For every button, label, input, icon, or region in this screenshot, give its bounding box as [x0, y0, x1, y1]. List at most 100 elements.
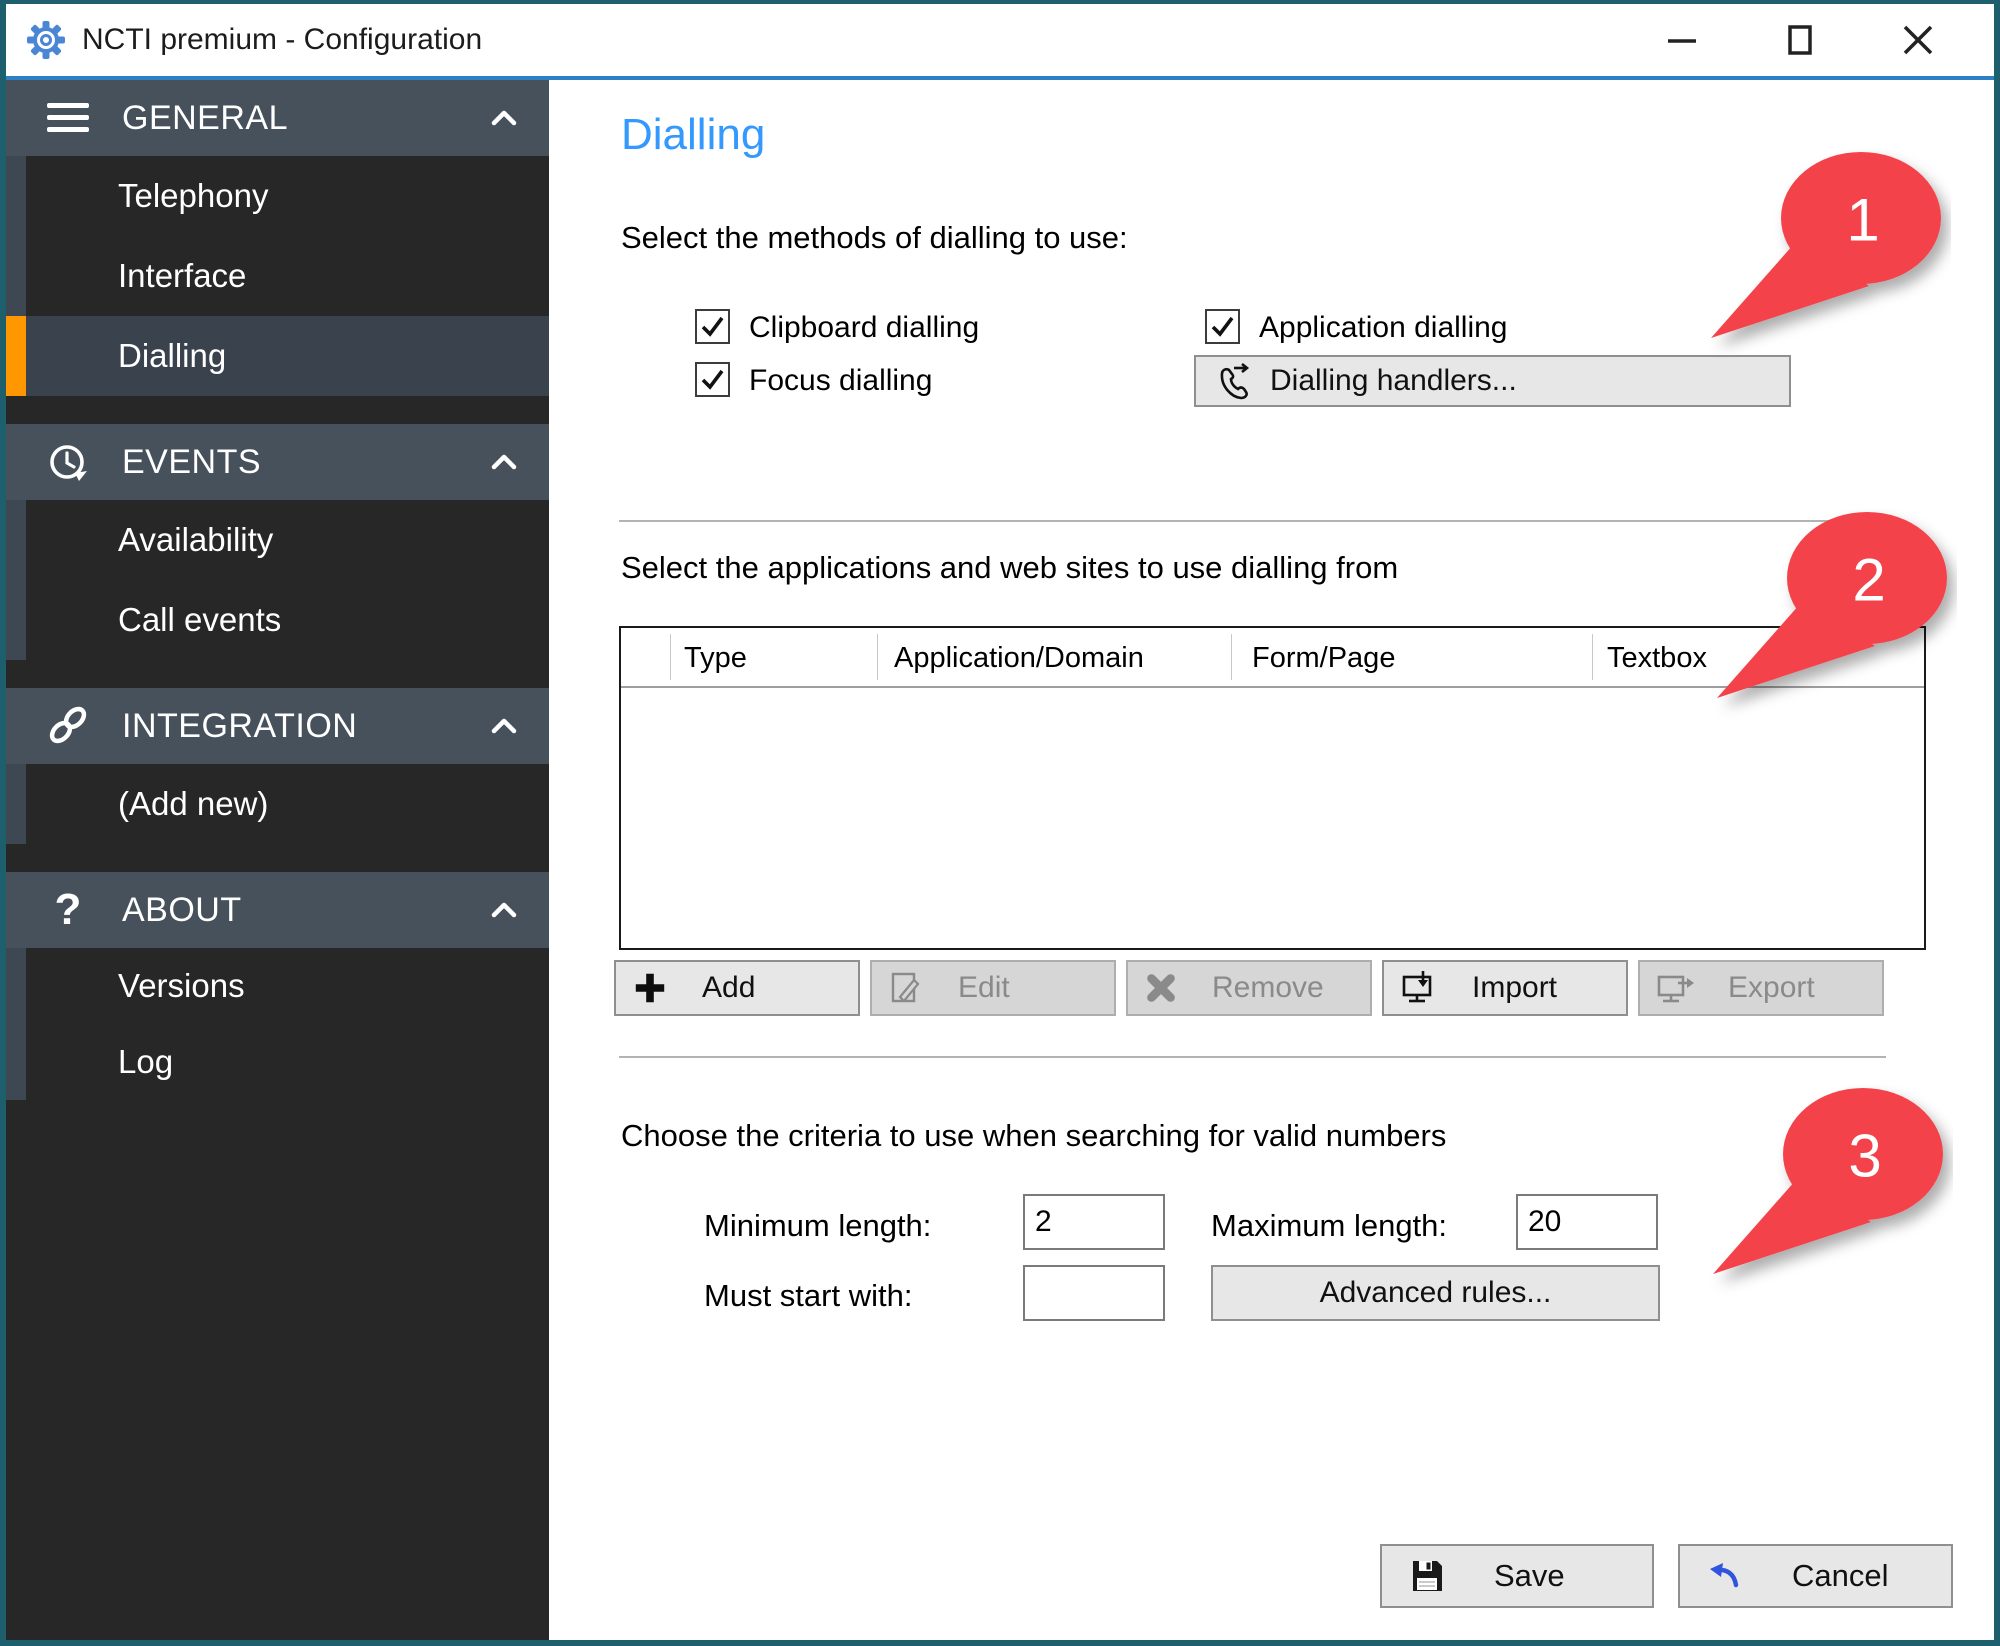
minimize-button[interactable]: [1654, 14, 1710, 66]
clipboard-dialling-label: Clipboard dialling: [749, 311, 979, 345]
sidebar-section-events[interactable]: EVENTS: [6, 424, 549, 500]
availability-events-icon: [40, 439, 96, 485]
chevron-up-icon: [491, 718, 517, 734]
sidebar-item-versions[interactable]: Versions: [6, 948, 549, 1024]
sidebar-item-call-events[interactable]: Call events: [6, 580, 549, 660]
cancel-button[interactable]: Cancel: [1678, 1544, 1953, 1608]
applications-table-body-empty: [621, 688, 1924, 948]
separator: [619, 1056, 1886, 1058]
column-header-form-page[interactable]: Form/Page: [1252, 628, 1395, 688]
callout-number: 3: [1848, 1123, 1881, 1190]
window: NCTI premium - Configuration GENERAL: [0, 0, 2000, 1646]
dialling-handlers-button[interactable]: Dialling handlers...: [1194, 355, 1791, 407]
callout-3: 3: [1703, 1074, 1953, 1314]
sidebar-item-label: Telephony: [26, 156, 549, 236]
save-button-label: Save: [1494, 1558, 1565, 1594]
edit-button-label: Edit: [958, 971, 1010, 1005]
save-button[interactable]: Save: [1380, 1544, 1654, 1608]
criteria-section-label: Choose the criteria to use when searchin…: [621, 1118, 1446, 1154]
sidebar-item-interface[interactable]: Interface: [6, 236, 549, 316]
sidebar-section-general[interactable]: GENERAL: [6, 80, 549, 156]
sidebar-item-label: (Add new): [26, 764, 549, 844]
export-monitor-icon: [1656, 969, 1694, 1007]
column-divider: [877, 634, 878, 680]
sidebar-gap: [6, 660, 549, 688]
menu-icon: [40, 101, 96, 135]
sidebar-item-label: Log: [26, 1024, 549, 1100]
selection-strip: [6, 1024, 26, 1100]
methods-section-label: Select the methods of dialling to use:: [621, 220, 1128, 256]
must-start-with-input[interactable]: [1023, 1265, 1165, 1321]
callout-number: 1: [1846, 187, 1879, 254]
maximum-length-input[interactable]: [1516, 1194, 1658, 1250]
phone-arrow-icon: [1212, 361, 1252, 401]
import-button[interactable]: Import: [1382, 960, 1628, 1016]
maximum-length-label: Maximum length:: [1211, 1208, 1447, 1244]
pencil-icon: [888, 970, 924, 1006]
remove-button[interactable]: Remove: [1126, 960, 1372, 1016]
chevron-up-icon: [491, 454, 517, 470]
chevron-up-icon: [491, 902, 517, 918]
separator: [619, 520, 1886, 522]
maximize-icon: [1784, 24, 1816, 56]
sidebar-item-label: Interface: [26, 236, 549, 316]
application-dialling-label: Application dialling: [1259, 311, 1508, 345]
plus-icon: [632, 970, 668, 1006]
clipboard-dialling-checkbox[interactable]: [695, 309, 730, 344]
focus-dialling-label: Focus dialling: [749, 364, 932, 398]
application-dialling-checkbox[interactable]: [1205, 309, 1240, 344]
import-button-label: Import: [1472, 971, 1557, 1005]
page-title: Dialling: [621, 110, 765, 160]
import-monitor-icon: [1400, 969, 1438, 1007]
titlebar: NCTI premium - Configuration: [6, 4, 1994, 76]
minimum-length-label: Minimum length:: [704, 1208, 931, 1244]
add-button-label: Add: [702, 971, 755, 1005]
remove-button-label: Remove: [1212, 971, 1324, 1005]
minimize-icon: [1666, 24, 1698, 56]
cross-icon: [1144, 971, 1178, 1005]
maximize-button[interactable]: [1772, 14, 1828, 66]
selection-strip: [6, 580, 26, 660]
applications-section-label: Select the applications and web sites to…: [621, 550, 1398, 586]
selection-strip: [6, 500, 26, 580]
window-title: NCTI premium - Configuration: [82, 23, 482, 57]
sidebar-empty-area: [6, 1100, 549, 1640]
applications-table[interactable]: Type Application/Domain Form/Page Textbo…: [619, 626, 1926, 950]
sidebar-item-add-new[interactable]: (Add new): [6, 764, 549, 844]
selection-strip: [6, 948, 26, 1024]
add-button[interactable]: Add: [614, 960, 860, 1016]
cancel-button-label: Cancel: [1792, 1558, 1889, 1594]
column-header-textbox[interactable]: Textbox: [1607, 628, 1707, 688]
sidebar-section-label: EVENTS: [122, 443, 491, 482]
selection-strip: [6, 156, 26, 236]
callout-number: 2: [1852, 547, 1885, 614]
app-body: GENERAL Telephony Interface Dialling: [6, 80, 1994, 1640]
advanced-rules-button[interactable]: Advanced rules...: [1211, 1265, 1660, 1321]
sidebar-section-integration[interactable]: INTEGRATION: [6, 688, 549, 764]
chain-link-icon: [40, 703, 96, 749]
advanced-rules-label: Advanced rules...: [1320, 1276, 1552, 1310]
edit-button[interactable]: Edit: [870, 960, 1116, 1016]
selection-strip: [6, 236, 26, 316]
sidebar-item-log[interactable]: Log: [6, 1024, 549, 1100]
sidebar-item-label: Versions: [26, 948, 549, 1024]
app-gear-icon: [26, 20, 66, 60]
minimum-length-input[interactable]: [1023, 1194, 1165, 1250]
export-button[interactable]: Export: [1638, 960, 1884, 1016]
column-divider: [1231, 634, 1232, 680]
chevron-up-icon: [491, 110, 517, 126]
column-header-application-domain[interactable]: Application/Domain: [894, 628, 1144, 688]
column-divider: [1592, 634, 1593, 680]
check-icon: [698, 312, 727, 341]
sidebar-item-dialling[interactable]: Dialling: [6, 316, 549, 396]
window-controls: [1654, 14, 1976, 66]
sidebar-item-availability[interactable]: Availability: [6, 500, 549, 580]
check-icon: [698, 365, 727, 394]
check-icon: [1208, 312, 1237, 341]
column-header-type[interactable]: Type: [684, 628, 747, 688]
close-icon: [1901, 23, 1935, 57]
focus-dialling-checkbox[interactable]: [695, 362, 730, 397]
close-button[interactable]: [1890, 14, 1946, 66]
sidebar-section-about[interactable]: ? ABOUT: [6, 872, 549, 948]
sidebar-item-telephony[interactable]: Telephony: [6, 156, 549, 236]
